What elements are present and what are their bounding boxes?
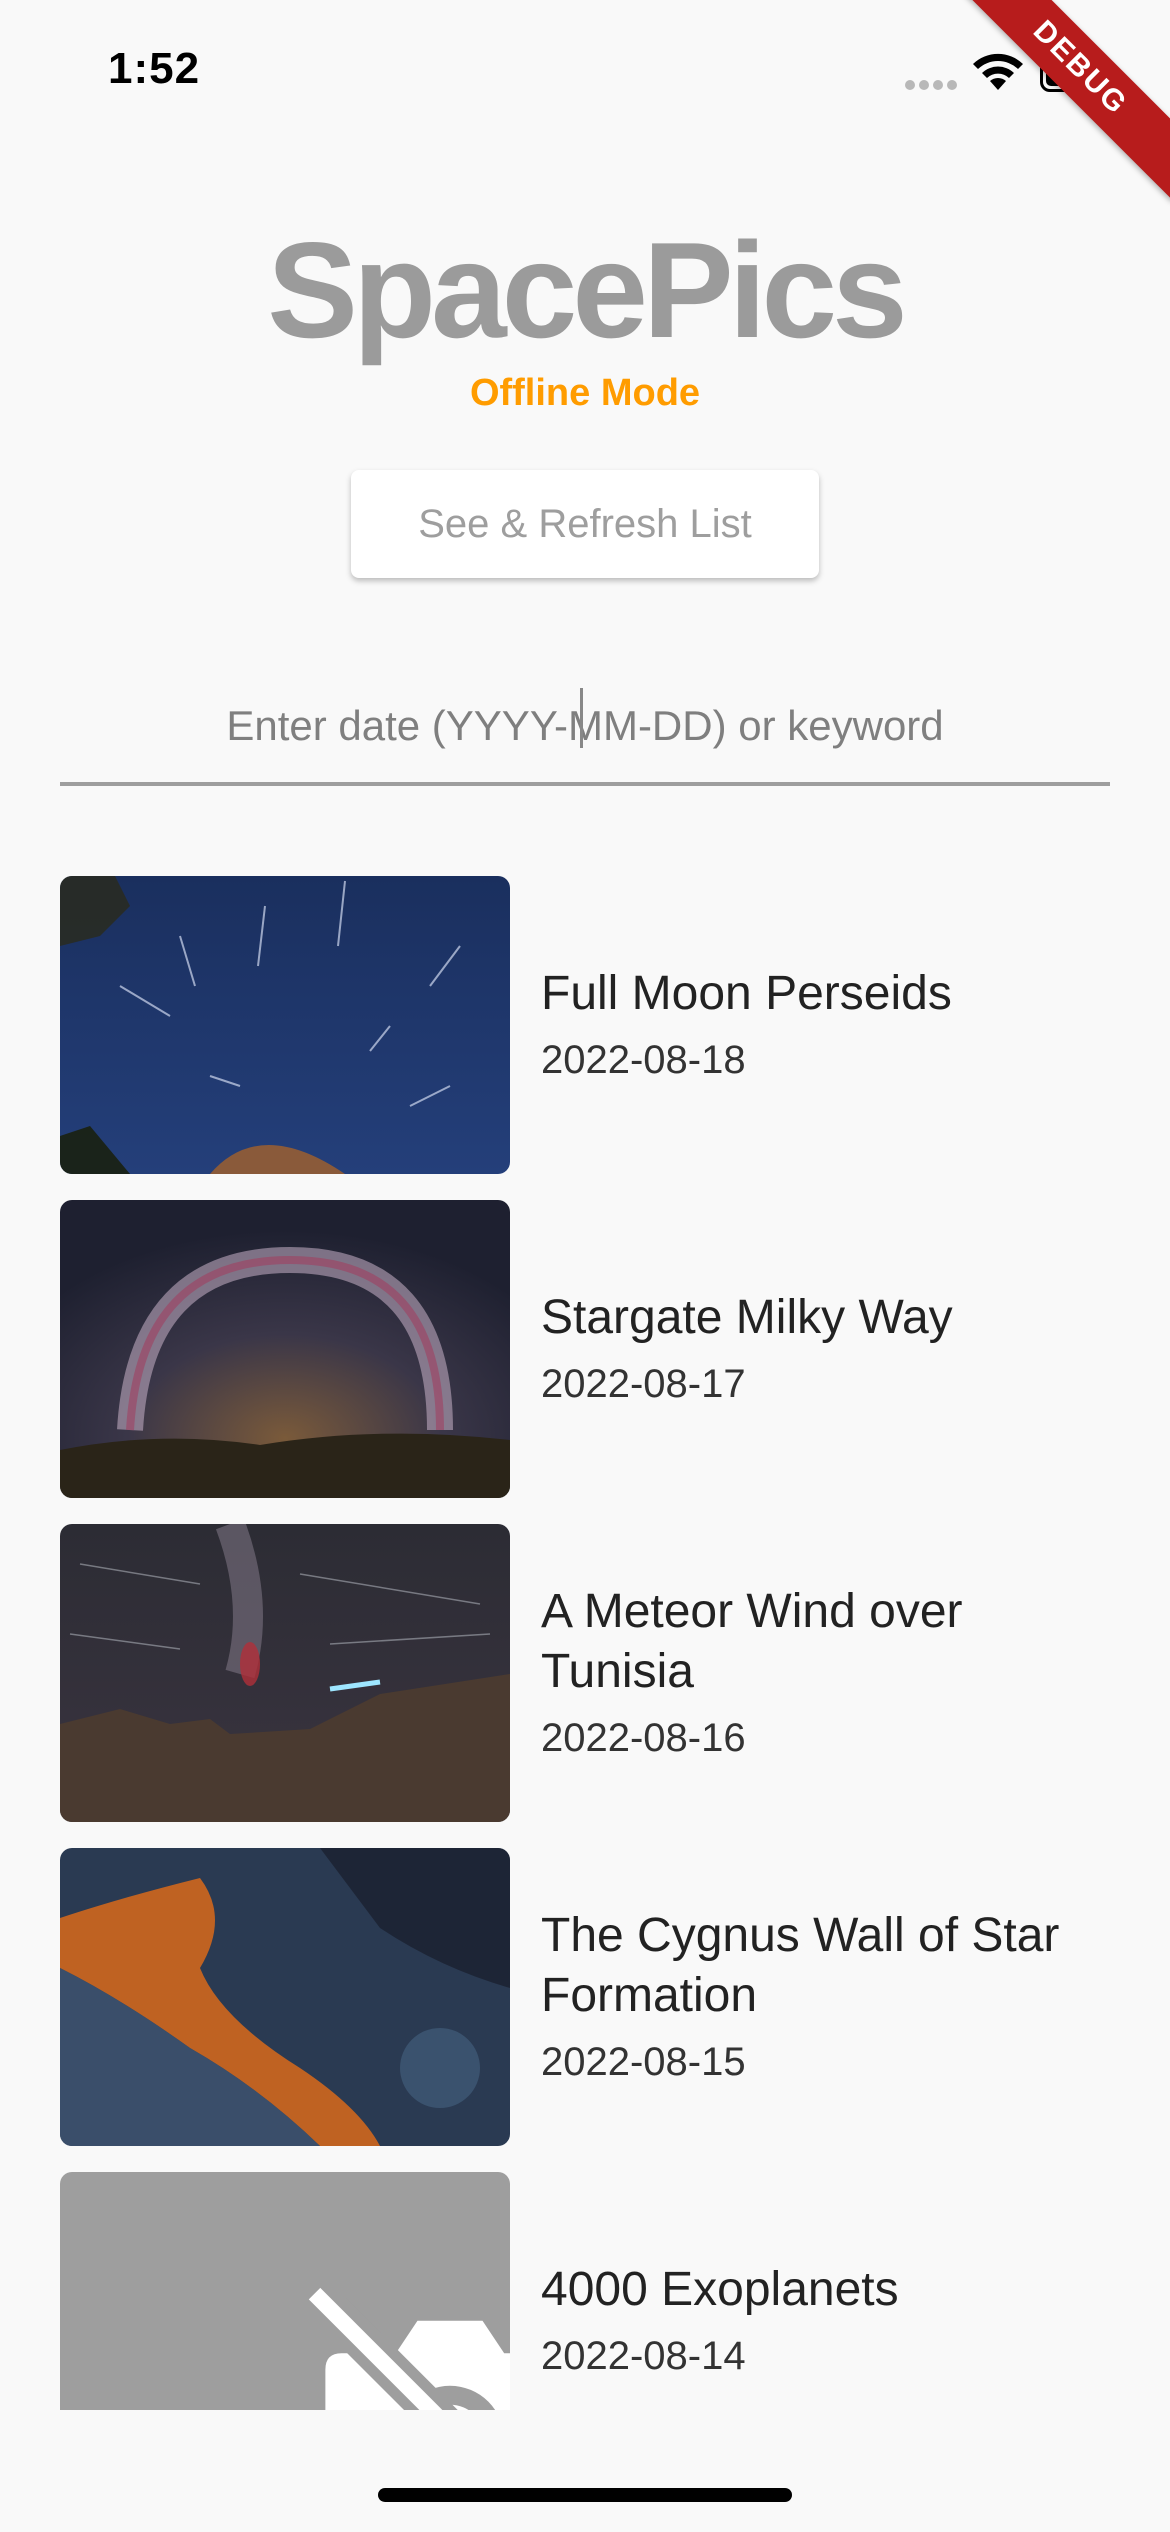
list-item[interactable]: The Cygnus Wall of Star Formation 2022-0… (60, 1848, 1110, 2172)
item-date: 2022-08-16 (541, 1716, 746, 1760)
thumbnail-image (60, 1524, 510, 1822)
item-date: 2022-08-17 (541, 1362, 746, 1406)
list-item[interactable]: Full Moon Perseids 2022-08-18 (60, 876, 1110, 1200)
thumbnail-image (60, 1848, 510, 2146)
search-input[interactable] (60, 670, 1110, 786)
item-title: 4000 Exoplanets (541, 2263, 899, 2316)
list-item[interactable]: Stargate Milky Way 2022-08-17 (60, 1200, 1110, 1524)
thumbnail-placeholder (60, 2172, 510, 2410)
item-title: Full Moon Perseids (541, 967, 952, 1020)
status-time: 1:52 (108, 44, 201, 93)
no-photography-icon (301, 2280, 510, 2410)
item-title: The Cygnus Wall of Star Formation (541, 1909, 1060, 2022)
app-title: SpacePics (267, 214, 907, 366)
text-cursor (580, 688, 583, 748)
item-title: Stargate Milky Way (541, 1291, 953, 1344)
apod-list[interactable]: Full Moon Perseids 2022-08-18 Stargate M… (60, 876, 1110, 2410)
thumbnail-image (60, 1200, 510, 1498)
item-title: A Meteor Wind over Tunisia (541, 1585, 963, 1698)
thumbnail-image (60, 876, 510, 1174)
list-item[interactable]: 4000 Exoplanets 2022-08-14 (60, 2172, 1110, 2410)
cellular-signal-icon (905, 80, 959, 94)
item-date: 2022-08-15 (541, 2040, 746, 2084)
refresh-list-button[interactable]: See & Refresh List (351, 470, 819, 578)
mode-subtitle: Offline Mode (469, 372, 701, 414)
item-date: 2022-08-18 (541, 1038, 746, 1082)
home-indicator[interactable] (378, 2488, 792, 2502)
wifi-icon (973, 53, 1023, 90)
item-date: 2022-08-14 (541, 2334, 746, 2378)
list-item[interactable]: A Meteor Wind over Tunisia 2022-08-16 (60, 1524, 1110, 1848)
